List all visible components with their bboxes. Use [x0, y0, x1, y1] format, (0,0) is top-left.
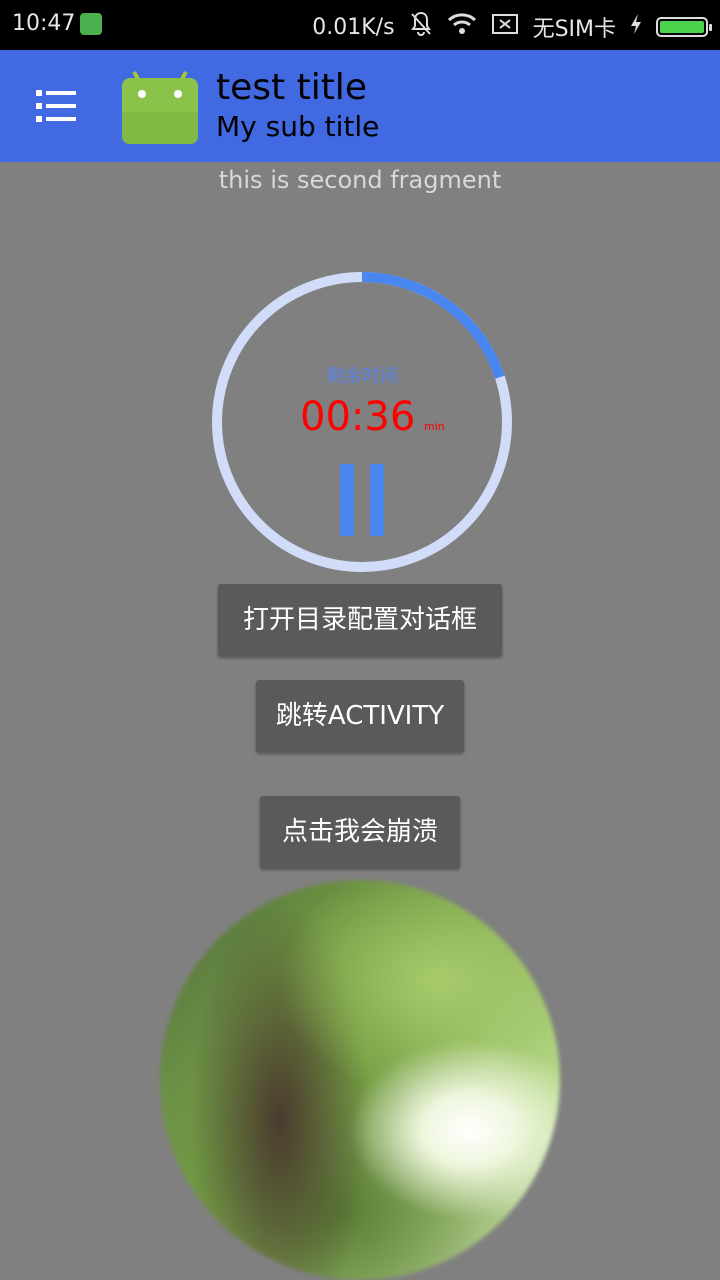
toolbar-subtitle: My sub title — [216, 110, 380, 143]
open-directory-dialog-button[interactable]: 打开目录配置对话框 — [218, 584, 502, 656]
timer-value: 00:36 — [300, 394, 416, 440]
sim-status: 无SIM卡 — [532, 17, 616, 42]
pause-icon[interactable] — [340, 464, 354, 536]
timer-label: 剩余时间 — [326, 366, 398, 387]
status-bar: 10:47 0.01K/s 无SIM卡 — [0, 0, 720, 50]
status-right-group: 0.01K/s 无SIM卡 — [312, 11, 712, 43]
pause-icon[interactable] — [370, 464, 384, 536]
charging-icon — [630, 13, 642, 41]
no-sim-icon — [491, 12, 519, 42]
menu-icon[interactable] — [36, 88, 76, 124]
jump-activity-button[interactable]: 跳转ACTIVITY — [256, 680, 464, 752]
toolbar-title: test title — [216, 67, 367, 108]
android-logo-icon — [122, 71, 198, 144]
notification-app-icon — [80, 13, 102, 35]
crash-button[interactable]: 点击我会崩溃 — [260, 796, 460, 868]
wifi-icon — [447, 12, 477, 42]
status-time: 10:47 — [12, 11, 76, 36]
net-speed: 0.01K/s — [312, 14, 395, 40]
fragment-text: this is second fragment — [218, 166, 502, 194]
bell-off-icon — [409, 11, 433, 43]
circular-photo — [160, 880, 560, 1280]
battery-icon — [656, 17, 712, 37]
timer-unit: min — [424, 420, 445, 433]
